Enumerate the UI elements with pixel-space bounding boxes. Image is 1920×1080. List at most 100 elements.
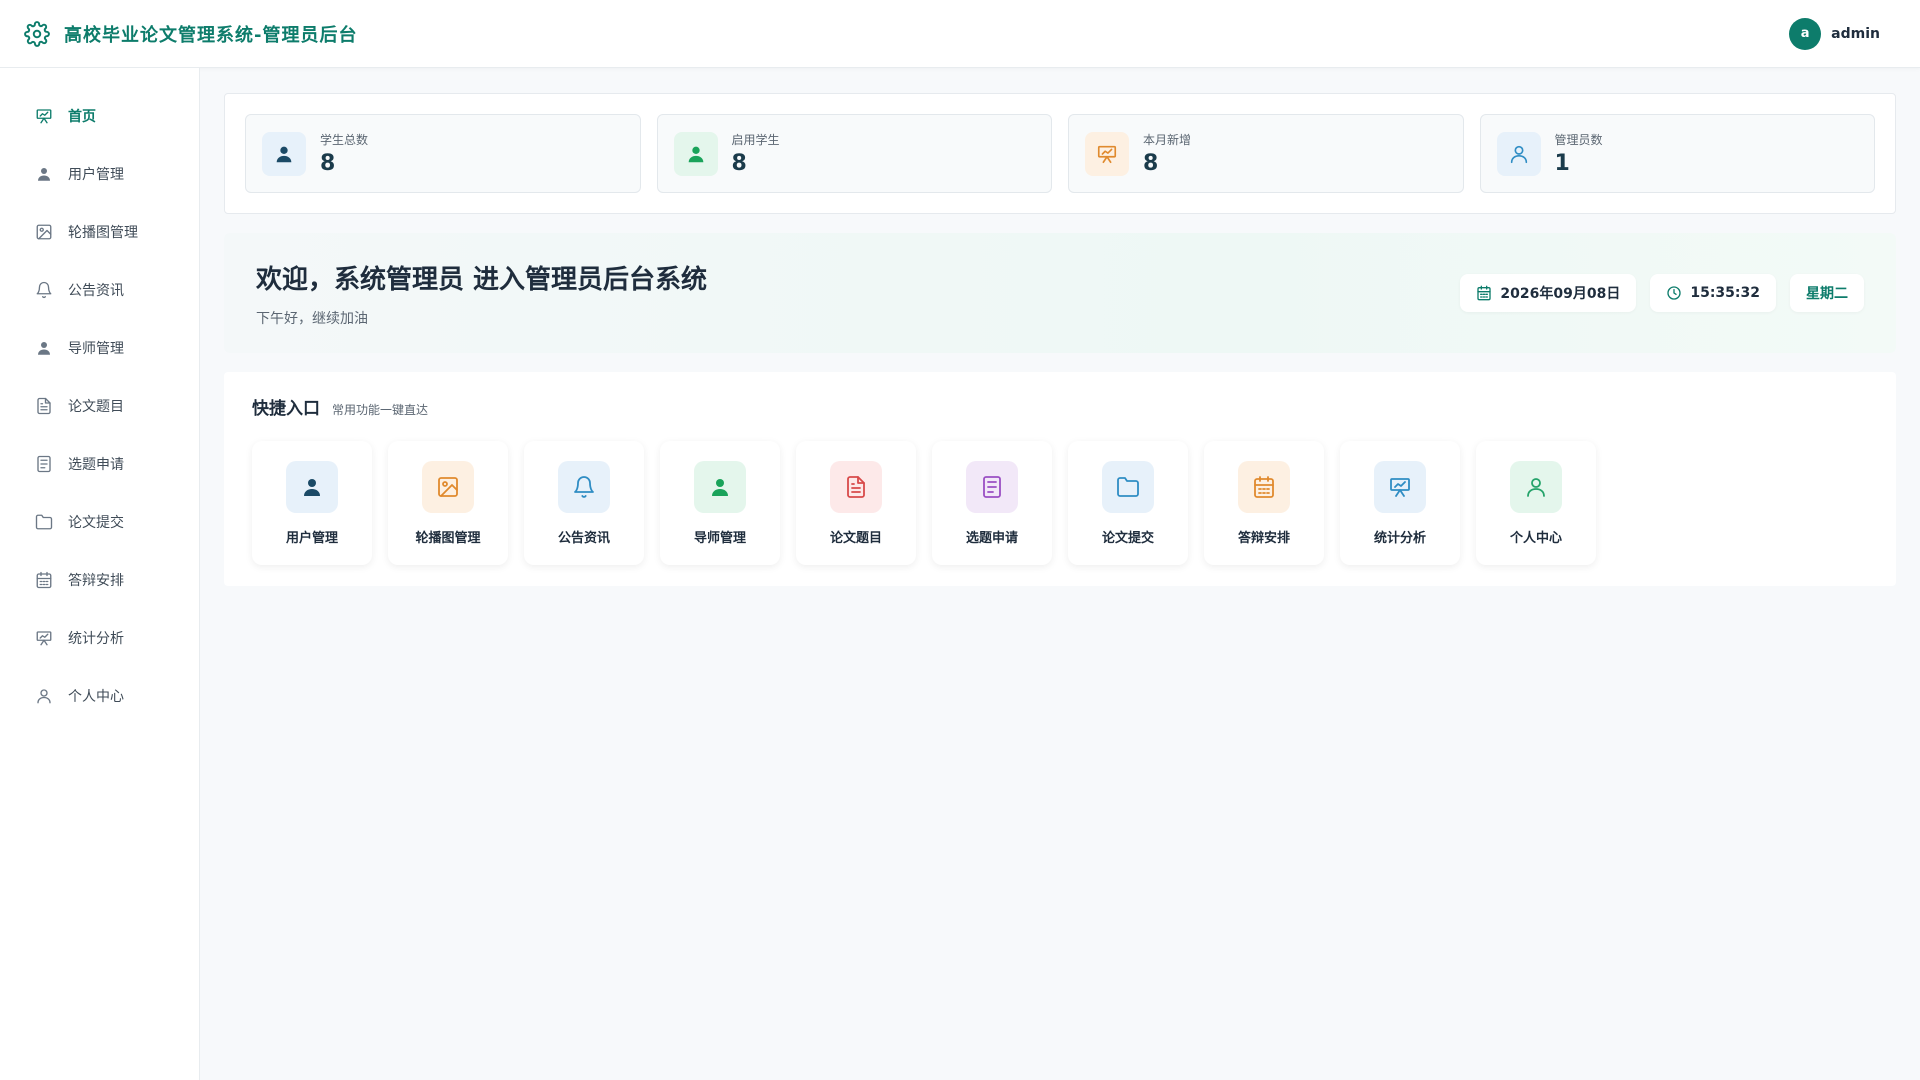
sidebar-item-topic-applications[interactable]: 选题申请 — [0, 435, 199, 493]
app-title: 高校毕业论文管理系统-管理员后台 — [64, 24, 358, 46]
stat-value: 8 — [1143, 151, 1159, 176]
sidebar-item-label: 论文题目 — [68, 399, 124, 415]
bell-icon — [558, 461, 610, 513]
sidebar-item-thesis-submission[interactable]: 论文提交 — [0, 493, 199, 551]
quick-card-label: 选题申请 — [965, 531, 1018, 546]
quick-card-label: 公告资讯 — [557, 531, 610, 546]
list-document-icon — [35, 455, 53, 473]
quick-card-topic-applications[interactable]: 选题申请 — [932, 441, 1052, 565]
date-pill: 2026年09月08日 — [1460, 274, 1637, 312]
sidebar: 首页 用户管理 轮播图管理 公告资讯 导师管理 论文题目 选题申请 论文提交 答… — [0, 68, 200, 1080]
quick-card-label: 轮播图管理 — [415, 531, 481, 546]
sidebar-item-announcements[interactable]: 公告资讯 — [0, 261, 199, 319]
welcome-subtitle: 下午好，继续加油 — [256, 310, 368, 327]
sidebar-item-label: 公告资讯 — [68, 283, 124, 299]
quick-access-subtitle: 常用功能一键直达 — [332, 403, 429, 417]
quick-access-title: 快捷入口 — [252, 399, 320, 419]
image-icon — [422, 461, 474, 513]
sidebar-item-label: 论文提交 — [68, 515, 124, 531]
sidebar-item-user-management[interactable]: 用户管理 — [0, 145, 199, 203]
clock-icon — [1666, 285, 1690, 301]
stat-card-admin-count: 管理员数 1 — [1479, 114, 1875, 193]
username[interactable]: admin — [1831, 26, 1880, 42]
user-menu[interactable]: a admin — [1789, 17, 1880, 50]
stat-label: 学生总数 — [320, 133, 369, 147]
presentation-icon — [1085, 131, 1129, 176]
document-icon — [830, 461, 882, 513]
list-document-icon — [966, 461, 1018, 513]
sidebar-item-profile[interactable]: 个人中心 — [0, 667, 199, 725]
quick-card-carousel[interactable]: 轮播图管理 — [388, 441, 508, 565]
quick-card-label: 统计分析 — [1373, 531, 1426, 546]
quick-card-statistics[interactable]: 统计分析 — [1340, 441, 1460, 565]
weekday-pill: 星期二 — [1790, 274, 1864, 312]
sidebar-item-label: 导师管理 — [68, 341, 124, 357]
user-outline-icon — [35, 687, 53, 705]
stat-value: 8 — [320, 151, 336, 176]
quick-card-supervisors[interactable]: 导师管理 — [660, 441, 780, 565]
current-time: 15:35:32 — [1690, 285, 1760, 301]
sidebar-item-supervisors[interactable]: 导师管理 — [0, 319, 199, 377]
stat-label: 管理员数 — [1554, 133, 1603, 147]
quick-card-user-management[interactable]: 用户管理 — [252, 441, 372, 565]
image-icon — [35, 223, 53, 241]
stat-value: 1 — [1554, 151, 1570, 176]
presentation-icon — [35, 629, 53, 647]
current-weekday: 星期二 — [1806, 286, 1848, 302]
quick-card-label: 论文提交 — [1101, 531, 1154, 546]
user-outline-icon — [1496, 131, 1541, 176]
sidebar-item-home[interactable]: 首页 — [0, 87, 199, 145]
user-icon — [35, 165, 53, 183]
sidebar-item-label: 统计分析 — [68, 631, 124, 647]
stat-card-total-students: 学生总数 8 — [245, 114, 641, 193]
stats-panel: 学生总数 8 启用学生 8 本月新增 8 管理员数 1 — [224, 93, 1896, 214]
current-date: 2026年09月08日 — [1500, 286, 1621, 302]
user-icon — [694, 461, 746, 513]
quick-card-thesis-submission[interactable]: 论文提交 — [1068, 441, 1188, 565]
document-icon — [35, 397, 53, 415]
sidebar-item-label: 选题申请 — [68, 457, 124, 473]
presentation-icon — [35, 107, 53, 125]
user-outline-icon — [1510, 461, 1562, 513]
time-pill: 15:35:32 — [1650, 274, 1776, 312]
sidebar-item-label: 轮播图管理 — [68, 225, 138, 241]
user-icon — [673, 131, 718, 176]
quick-card-label: 个人中心 — [1509, 531, 1562, 546]
welcome-banner: 欢迎，系统管理员 进入管理员后台系统 下午好，继续加油 2026年09月08日 … — [224, 233, 1896, 353]
sidebar-item-label: 答辩安排 — [68, 573, 124, 589]
sidebar-item-statistics[interactable]: 统计分析 — [0, 609, 199, 667]
sidebar-item-carousel[interactable]: 轮播图管理 — [0, 203, 199, 261]
sidebar-item-thesis-topics[interactable]: 论文题目 — [0, 377, 199, 435]
avatar[interactable]: a — [1789, 17, 1822, 50]
quick-card-label: 论文题目 — [829, 531, 882, 546]
stat-label: 本月新增 — [1143, 133, 1192, 147]
stat-label: 启用学生 — [731, 133, 780, 147]
stat-card-active-students: 启用学生 8 — [656, 114, 1052, 193]
bell-icon — [35, 281, 53, 299]
user-icon — [286, 461, 338, 513]
quick-card-profile[interactable]: 个人中心 — [1476, 441, 1596, 565]
user-icon — [262, 131, 306, 176]
presentation-icon — [1374, 461, 1426, 513]
quick-access-panel: 快捷入口 常用功能一键直达 用户管理 轮播图管理 公告资讯 导师管理 论文题目 … — [224, 372, 1896, 586]
calendar-icon — [35, 571, 53, 589]
quick-card-announcements[interactable]: 公告资讯 — [524, 441, 644, 565]
sidebar-item-defense-schedule[interactable]: 答辩安排 — [0, 551, 199, 609]
quick-card-thesis-topics[interactable]: 论文题目 — [796, 441, 916, 565]
quick-card-label: 导师管理 — [693, 531, 746, 546]
top-header: 高校毕业论文管理系统-管理员后台 a admin — [0, 0, 1920, 68]
sidebar-item-label: 首页 — [68, 109, 96, 125]
sidebar-item-label: 用户管理 — [68, 167, 124, 183]
folder-icon — [1102, 461, 1154, 513]
quick-card-label: 答辩安排 — [1237, 531, 1290, 546]
quick-card-label: 用户管理 — [285, 531, 338, 546]
gear-icon — [24, 20, 50, 47]
calendar-icon — [1238, 461, 1290, 513]
folder-icon — [35, 513, 53, 531]
stat-card-new-this-month: 本月新增 8 — [1068, 114, 1464, 193]
sidebar-item-label: 个人中心 — [68, 689, 124, 705]
user-icon — [35, 339, 53, 357]
calendar-icon — [1476, 285, 1500, 301]
quick-card-defense-schedule[interactable]: 答辩安排 — [1204, 441, 1324, 565]
welcome-title: 欢迎，系统管理员 进入管理员后台系统 — [256, 264, 708, 295]
